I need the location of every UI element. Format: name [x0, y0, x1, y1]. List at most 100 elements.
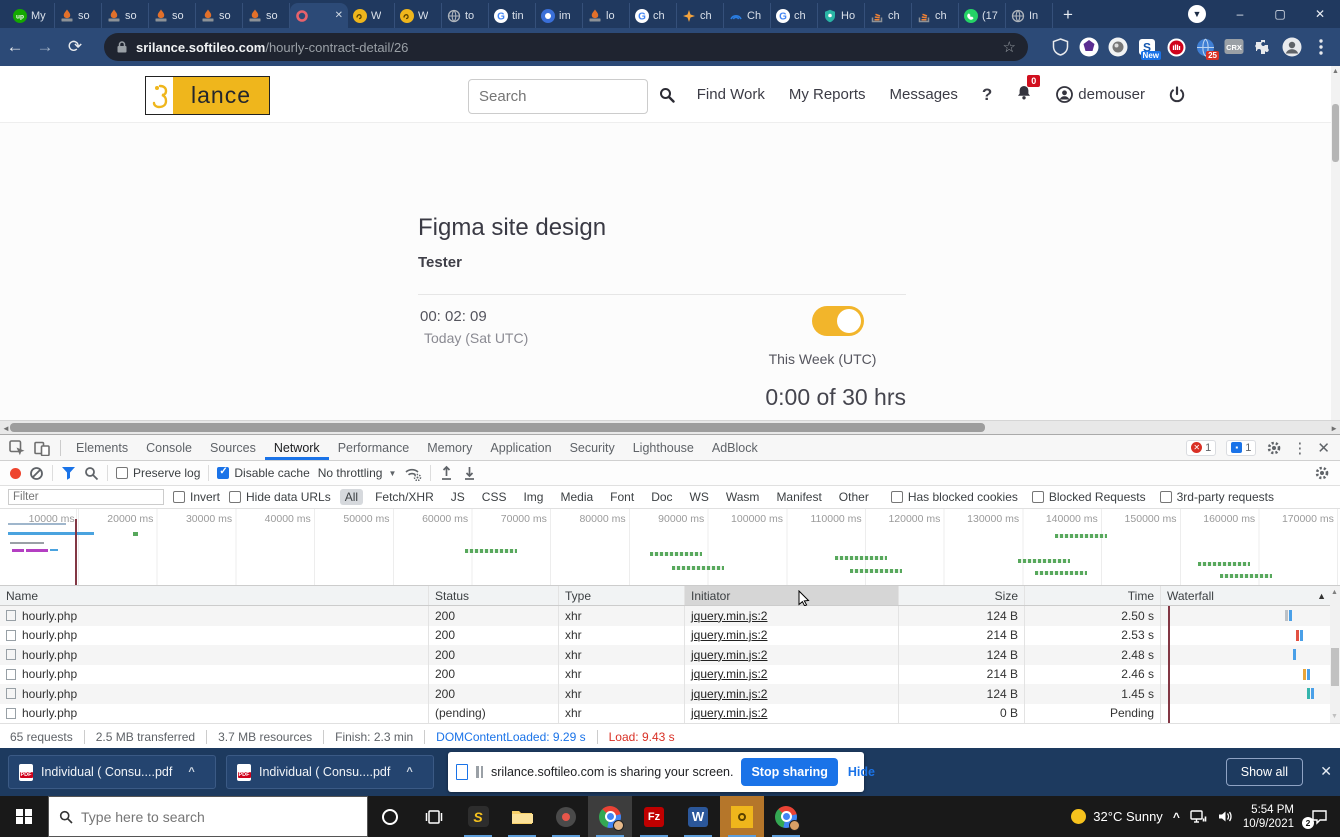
- type-filter-other[interactable]: Other: [834, 489, 874, 505]
- nav-my-reports[interactable]: My Reports: [789, 86, 866, 103]
- table-scrollbar[interactable]: ▲ ▼: [1330, 586, 1340, 723]
- filezilla-icon[interactable]: Fz: [632, 796, 676, 837]
- network-search-icon[interactable]: [84, 466, 99, 481]
- address-bar[interactable]: srilance.softileo.com/hourly-contract-de…: [104, 33, 1028, 61]
- chrome-profile-icon[interactable]: [764, 796, 808, 837]
- site-search-input[interactable]: [468, 79, 648, 114]
- network-tray-icon[interactable]: [1190, 809, 1207, 824]
- browser-tab[interactable]: so: [149, 3, 196, 28]
- browser-tab[interactable]: im: [536, 3, 583, 28]
- table-row[interactable]: hourly.php200xhrjquery.min.js:2124 B2.50…: [0, 606, 1340, 626]
- type-filter-img[interactable]: Img: [518, 489, 548, 505]
- bookmark-star-icon[interactable]: ☆: [1003, 38, 1016, 56]
- initiator-link[interactable]: jquery.min.js:2: [691, 706, 767, 720]
- device-toolbar-icon[interactable]: [34, 440, 50, 456]
- initiator-link[interactable]: jquery.min.js:2: [691, 648, 767, 662]
- column-header-status[interactable]: Status: [428, 586, 558, 605]
- filter-funnel-icon[interactable]: [61, 466, 76, 480]
- filter-checkbox-has-blocked-cookies[interactable]: Has blocked cookies: [891, 490, 1018, 504]
- logout-power-icon[interactable]: [1169, 86, 1185, 103]
- table-row[interactable]: hourly.php200xhrjquery.min.js:2214 B2.46…: [0, 665, 1340, 685]
- kebab-extension-icon[interactable]: [1310, 36, 1332, 58]
- hand-extension-icon[interactable]: [1165, 36, 1187, 58]
- nav-messages[interactable]: Messages: [890, 86, 958, 103]
- export-har-icon[interactable]: [462, 465, 477, 481]
- column-header-size[interactable]: Size: [898, 586, 1024, 605]
- start-button[interactable]: [0, 796, 48, 837]
- browser-tab[interactable]: to: [442, 3, 489, 28]
- word-icon[interactable]: W: [676, 796, 720, 837]
- nav-find-work[interactable]: Find Work: [697, 86, 765, 103]
- table-row[interactable]: hourly.php200xhrjquery.min.js:2214 B2.53…: [0, 626, 1340, 646]
- new-tab-button[interactable]: +: [1063, 5, 1073, 25]
- devtools-close-icon[interactable]: ✕: [1317, 439, 1330, 457]
- initiator-link[interactable]: jquery.min.js:2: [691, 667, 767, 681]
- network-conditions-icon[interactable]: [404, 466, 422, 481]
- type-filter-fetchxhr[interactable]: Fetch/XHR: [370, 489, 439, 505]
- browser-tab[interactable]: so: [55, 3, 102, 28]
- tab-close-icon[interactable]: ✕: [335, 10, 343, 21]
- devtools-tab-adblock[interactable]: AdBlock: [703, 435, 767, 460]
- browser-tab[interactable]: Gtin: [489, 3, 536, 28]
- clear-network-log-icon[interactable]: [29, 466, 44, 481]
- browser-tab[interactable]: Gch: [771, 3, 818, 28]
- error-count-badge[interactable]: ✕1: [1186, 440, 1216, 456]
- task-view-icon[interactable]: [412, 796, 456, 837]
- network-settings-gear-icon[interactable]: [1314, 465, 1330, 481]
- chrome-sharing-icon[interactable]: [588, 796, 632, 837]
- taskbar-search[interactable]: [48, 796, 368, 837]
- devtools-tab-elements[interactable]: Elements: [67, 435, 137, 460]
- browser-tab[interactable]: W: [348, 3, 395, 28]
- browser-tab[interactable]: Ho: [818, 3, 865, 28]
- browser-tab[interactable]: ch: [912, 3, 959, 28]
- type-filter-all[interactable]: All: [340, 489, 363, 505]
- srilance-app-icon[interactable]: [720, 796, 764, 837]
- scroll-left-arrow[interactable]: ◄: [2, 424, 10, 433]
- scroll-down-arrow[interactable]: ▼: [1330, 713, 1339, 720]
- type-filter-ws[interactable]: WS: [685, 489, 714, 505]
- issues-badge[interactable]: ▪1: [1226, 440, 1256, 456]
- initiator-link[interactable]: jquery.min.js:2: [691, 609, 767, 623]
- type-filter-media[interactable]: Media: [555, 489, 598, 505]
- devtools-settings-gear-icon[interactable]: [1266, 440, 1282, 456]
- show-all-downloads-button[interactable]: Show all: [1226, 758, 1303, 786]
- initiator-link[interactable]: jquery.min.js:2: [691, 628, 767, 642]
- browser-tab[interactable]: (17: [959, 3, 1006, 28]
- browser-tab[interactable]: Gch: [630, 3, 677, 28]
- devtools-tab-performance[interactable]: Performance: [329, 435, 419, 460]
- hide-share-link[interactable]: Hide: [848, 765, 875, 779]
- download-item[interactable]: Individual ( Consu....pdf^: [8, 755, 216, 789]
- forward-button[interactable]: →: [30, 37, 60, 57]
- scroll-up-arrow[interactable]: ▲: [1331, 68, 1340, 75]
- globe25-extension-icon[interactable]: 25: [1194, 36, 1216, 58]
- table-row[interactable]: hourly.php200xhrjquery.min.js:2124 B2.48…: [0, 645, 1340, 665]
- devtools-tab-security[interactable]: Security: [561, 435, 624, 460]
- record-network-log-icon[interactable]: [10, 468, 21, 479]
- devtools-tab-sources[interactable]: Sources: [201, 435, 265, 460]
- scroll-right-arrow[interactable]: ►: [1330, 424, 1338, 433]
- table-row[interactable]: hourly.php(pending)xhrjquery.min.js:20 B…: [0, 704, 1340, 724]
- hidden-icons-chevron[interactable]: ^: [1173, 810, 1180, 824]
- preserve-log-checkbox[interactable]: Preserve log: [116, 466, 200, 480]
- page-horizontal-scrollbar[interactable]: ◄ ►: [0, 420, 1340, 434]
- disable-cache-checkbox[interactable]: Disable cache: [217, 466, 309, 480]
- type-filter-wasm[interactable]: Wasm: [721, 489, 765, 505]
- type-filter-manifest[interactable]: Manifest: [771, 489, 826, 505]
- cortana-icon[interactable]: [368, 796, 412, 837]
- scroll-up-arrow[interactable]: ▲: [1330, 589, 1339, 596]
- browser-tab[interactable]: ch: [865, 3, 912, 28]
- checkbox-checked[interactable]: [217, 467, 229, 479]
- devtools-tab-application[interactable]: Application: [481, 435, 560, 460]
- tracking-toggle[interactable]: [812, 306, 864, 336]
- checkbox-unchecked[interactable]: [229, 491, 241, 503]
- crx-extension-icon[interactable]: CRX: [1223, 36, 1245, 58]
- taskbar-search-input[interactable]: [81, 809, 331, 825]
- maximize-button[interactable]: ▢: [1260, 0, 1300, 28]
- taskbar-clock[interactable]: 5:54 PM10/9/2021: [1243, 803, 1294, 831]
- column-header-waterfall[interactable]: Waterfall: [1160, 586, 1340, 605]
- network-overview-timeline[interactable]: 10000 ms20000 ms30000 ms40000 ms50000 ms…: [0, 509, 1340, 586]
- chevron-up-icon[interactable]: ^: [406, 766, 412, 778]
- minimize-button[interactable]: –: [1220, 0, 1260, 28]
- purple-extension-icon[interactable]: [1078, 36, 1100, 58]
- help-icon[interactable]: ?: [982, 85, 992, 105]
